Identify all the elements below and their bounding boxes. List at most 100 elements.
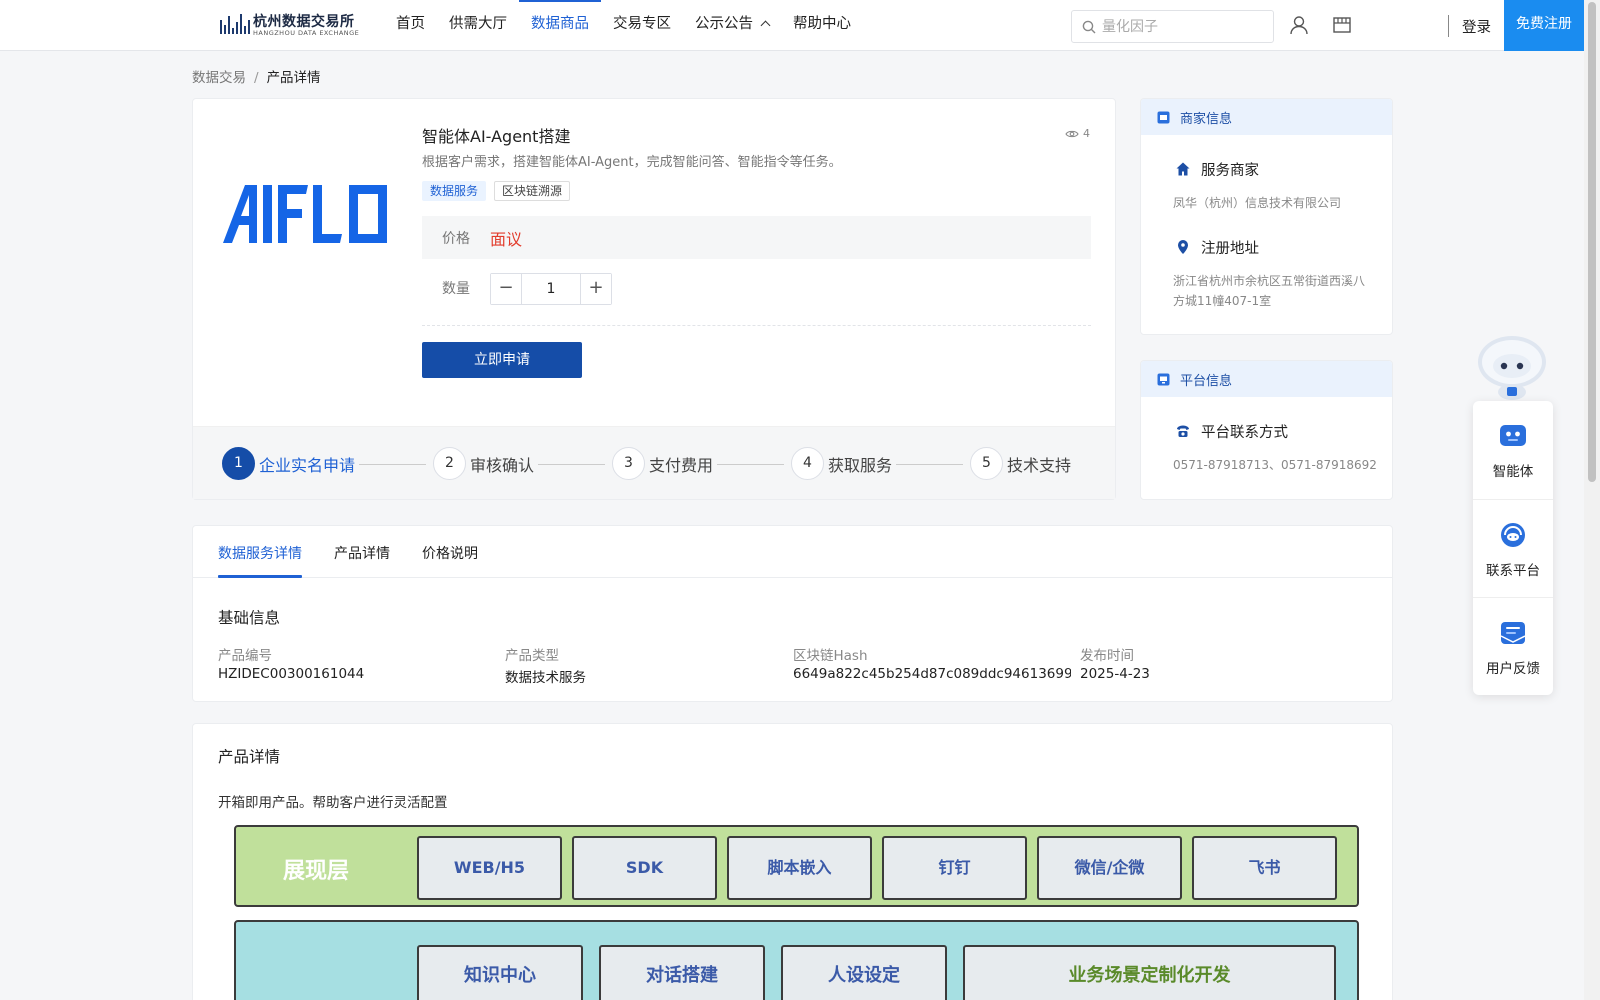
tab-data-service-details[interactable]: 数据服务详情 [218,543,302,563]
platform-info-header: 平台信息 [1141,361,1392,397]
step-number: 1 [222,447,255,480]
top-header: 杭州数据交易所 HANGZHOU DATA EXCHANGE 首页 供需大厅 数… [0,0,1584,51]
increase-quantity-button[interactable]: + [580,274,611,304]
login-link[interactable]: 登录 [1462,16,1491,37]
architecture-presentation-layer: 展现层 WEB/H5 SDK 脚本嵌入 钉钉 微信/企微 飞书 [234,825,1359,907]
product-id-label: 产品编号 [218,648,272,664]
price-value: 面议 [490,230,523,249]
product-type-value: 数据技术服务 [505,670,586,686]
publish-date-label: 发布时间 [1080,648,1134,664]
page-scrollbar[interactable] [1584,0,1600,1000]
merchant-info-header: 商家信息 [1141,99,1392,135]
breadcrumb-separator: / [254,70,259,86]
product-tags: 数据服务 区块链溯源 [422,181,571,201]
step-number: 5 [970,447,1003,480]
publish-date-value: 2025-4-23 [1080,666,1150,682]
breadcrumb: 数据交易 / 产品详情 [192,66,321,86]
platform-contact-value: 0571-87918713、0571-87918692 [1173,458,1377,472]
product-description: 根据客户需求，搭建智能体AI-Agent，完成智能问答、智能指令等任务。 [422,155,842,170]
step-5: 5 技术支持 [970,447,1071,480]
product-detail-card: 产品详情 开箱即用产品。帮助客户进行灵活配置 展现层 WEB/H5 SDK 脚本… [192,723,1393,1000]
platform-contact-label: 平台联系方式 [1201,425,1288,441]
nav-announcements[interactable]: 公示公告 [683,0,781,51]
logo-subtitle: HANGZHOU DATA EXCHANGE [253,29,360,37]
nav-home[interactable]: 首页 [384,0,437,51]
price-label: 价格 [442,231,470,247]
breadcrumb-current: 产品详情 [266,70,321,86]
view-count: 4 [1065,127,1090,140]
channel-box: SDK [572,836,717,900]
tab-price-description[interactable]: 价格说明 [422,543,478,563]
location-pin-icon [1178,240,1188,254]
product-detail-subtitle: 开箱即用产品。帮助客户进行灵活配置 [218,795,448,811]
quantity-input[interactable]: 1 [522,274,580,304]
channel-box: 飞书 [1192,836,1337,900]
channel-box: 微信/企微 [1037,836,1182,900]
step-2: 2 审核确认 [433,447,534,480]
search-input[interactable] [1102,11,1267,42]
feedback-icon [1500,622,1526,644]
step-connector [717,464,784,465]
quantity-stepper: − 1 + [490,273,612,305]
nav-data-products[interactable]: 数据商品 [519,0,601,51]
merchant-icon [1157,111,1170,124]
site-logo[interactable]: 杭州数据交易所 HANGZHOU DATA EXCHANGE [220,10,360,40]
home-icon [1176,162,1190,176]
nav-trade-zone[interactable]: 交易专区 [601,0,683,51]
product-card: 智能体AI-Agent搭建 4 根据客户需求，搭建智能体AI-Agent，完成智… [192,98,1116,500]
tab-product-details[interactable]: 产品详情 [334,543,390,563]
scrollbar-thumb[interactable] [1588,2,1596,482]
registered-address-value: 浙江省杭州市余杭区五常街道西溪八方城11幢407-1室 [1173,274,1366,308]
nav-supply-demand[interactable]: 供需大厅 [437,0,519,51]
module-box: 业务场景定制化开发 [963,945,1336,1000]
chevron-up-icon [760,20,771,31]
step-connector [359,464,426,465]
user-icon[interactable] [1288,14,1310,36]
nav-help[interactable]: 帮助中心 [781,0,863,51]
step-label: 支付费用 [649,455,714,475]
tag-data-service: 数据服务 [422,181,487,201]
blockchain-hash-value: 6649a822c45b254d87c089ddc94613699a… [793,666,1071,682]
product-type-label: 产品类型 [505,648,559,664]
step-label: 技术支持 [1007,455,1072,475]
search-icon [1082,20,1096,34]
basic-info-title: 基础信息 [218,609,281,627]
tab-bar: 数据服务详情 产品详情 价格说明 [193,526,1392,578]
float-item-contact[interactable]: 联系平台 [1473,499,1553,595]
service-merchant-value: 凤华（杭州）信息技术有限公司 [1173,196,1342,210]
detail-tabs-card: 数据服务详情 产品详情 价格说明 基础信息 产品编号 HZIDEC0030016… [192,525,1393,702]
float-item-agent[interactable]: 智能体 [1473,401,1553,497]
product-logo [223,185,387,243]
module-box: 人设设定 [781,945,947,1000]
register-button[interactable]: 免费注册 [1504,0,1584,51]
product-title: 智能体AI-Agent搭建 [422,127,571,146]
divider [422,325,1091,326]
merchant-info-panel: 商家信息 服务商家 凤华（杭州）信息技术有限公司 注册地址 浙江省杭州市余杭区五… [1140,98,1393,335]
channel-box: 钉钉 [882,836,1027,900]
search-box[interactable] [1071,10,1274,43]
price-row: 价格 面议 [422,216,1091,259]
module-label: 人设设定 [828,965,900,986]
architecture-core-layer: 知识中心 对话搭建 人设设定 业务场景定制化开发 [234,920,1359,1000]
module-label: 知识中心 [464,965,536,986]
step-3: 3 支付费用 [612,447,713,480]
headset-icon [1501,523,1525,547]
step-1: 1 企业实名申请 [222,447,355,480]
platform-info-panel: 平台信息 平台联系方式 0571-87918713、0571-87918692 [1140,360,1393,500]
apply-now-button[interactable]: 立即申请 [422,342,582,378]
robot-mascot-icon[interactable] [1474,326,1550,402]
blockchain-hash-label: 区块链Hash [793,648,868,664]
step-connector [538,464,605,465]
breadcrumb-parent[interactable]: 数据交易 [192,70,246,86]
float-item-feedback[interactable]: 用户反馈 [1473,597,1553,693]
step-number: 4 [791,447,824,480]
quantity-label: 数量 [442,281,470,297]
logo-mark-icon [220,12,254,36]
registered-address-label: 注册地址 [1201,241,1259,257]
decrease-quantity-button[interactable]: − [491,274,522,304]
store-icon[interactable] [1331,14,1353,36]
merchant-info-title: 商家信息 [1180,112,1233,127]
step-number: 3 [612,447,645,480]
module-label: 业务场景定制化开发 [1068,965,1231,986]
step-4: 4 获取服务 [791,447,892,480]
